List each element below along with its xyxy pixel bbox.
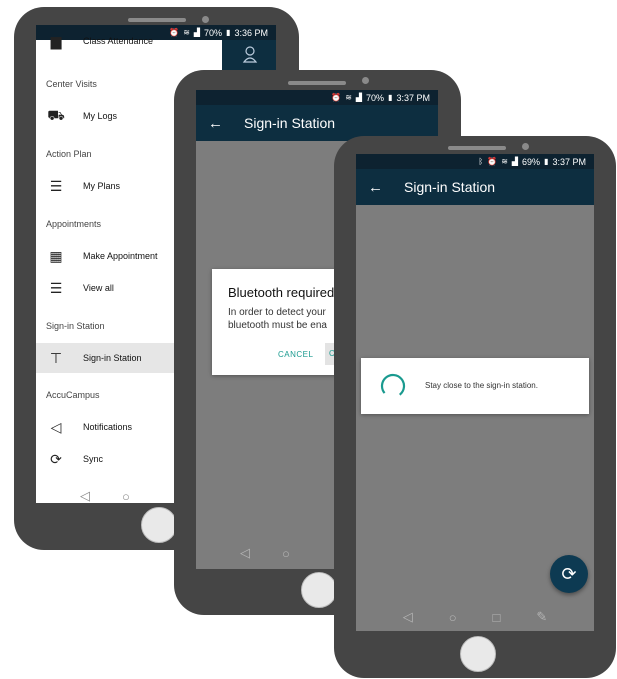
status-bar: ⏰ ≋ ▟ 70% ▮ 3:37 PM	[196, 90, 438, 105]
alarm-icon: ⏰	[487, 157, 498, 166]
android-nav-bar: ◁ ○ □ ✎	[356, 602, 594, 631]
refresh-icon: ⟳	[561, 563, 577, 584]
alarm-icon: ⏰	[331, 93, 342, 102]
edit-nav-icon[interactable]: ✎	[536, 609, 547, 625]
battery-level: 69%	[522, 156, 541, 167]
speaker-grille	[128, 18, 186, 22]
logs-icon: ⛟	[47, 106, 65, 123]
app-bar: ← Sign-in Station	[356, 169, 594, 205]
list-icon: ☰	[49, 279, 63, 296]
refresh-fab[interactable]: ⟳	[550, 555, 588, 593]
home-nav-icon[interactable]: ○	[282, 546, 290, 561]
phone-right: ᛒ ⏰ ≋ ▟ 69% ▮ 3:37 PM ← Sign-in Station …	[334, 136, 616, 678]
home-button[interactable]	[301, 572, 337, 608]
home-button[interactable]	[141, 507, 177, 543]
section-sign-in-station: Sign-in Station	[46, 321, 105, 331]
signal-icon: ▟	[511, 157, 519, 166]
progress-message: Stay close to the sign-in station.	[425, 381, 538, 390]
home-button[interactable]	[460, 636, 496, 672]
page-title: Sign-in Station	[244, 115, 336, 131]
progress-dialog: Stay close to the sign-in station.	[361, 358, 589, 414]
status-time: 3:36 PM	[234, 27, 268, 38]
dialog-title: Bluetooth required	[228, 285, 335, 300]
dialog-message-line2: bluetooth must be ena	[228, 320, 327, 331]
loading-spinner-icon	[380, 373, 406, 399]
back-arrow-icon[interactable]: ←	[208, 115, 224, 132]
battery-icon: ▮	[388, 93, 393, 102]
section-action-plan: Action Plan	[46, 149, 92, 159]
battery-icon: ▮	[544, 157, 549, 166]
wifi-icon: ≋	[501, 157, 508, 166]
megaphone-icon: ◁	[50, 418, 62, 435]
phone-right-screen: ᛒ ⏰ ≋ ▟ 69% ▮ 3:37 PM ← Sign-in Station …	[356, 154, 594, 631]
wifi-icon: ≋	[345, 93, 352, 102]
home-nav-icon[interactable]: ○	[122, 489, 130, 504]
front-camera	[362, 77, 369, 84]
user-profile-icon[interactable]	[242, 45, 258, 63]
home-nav-icon[interactable]: ○	[449, 610, 457, 625]
attendance-icon: ▆	[50, 32, 62, 49]
status-time: 3:37 PM	[552, 156, 586, 167]
status-time: 3:37 PM	[396, 92, 430, 103]
recents-nav-icon[interactable]: □	[493, 610, 501, 625]
battery-icon: ▮	[226, 28, 231, 37]
page-title: Sign-in Station	[404, 179, 496, 195]
speaker-grille	[288, 81, 346, 85]
section-appointments: Appointments	[46, 219, 102, 229]
sync-icon: ⟳	[50, 450, 62, 467]
signal-icon: ▟	[355, 93, 363, 102]
back-nav-icon[interactable]: ◁	[80, 488, 90, 503]
cancel-button[interactable]: CANCEL	[278, 350, 313, 359]
section-center-visits: Center Visits	[46, 79, 97, 89]
back-nav-icon[interactable]: ◁	[403, 609, 413, 625]
list-icon: ☰	[49, 177, 63, 194]
bluetooth-icon: ᛒ	[478, 157, 484, 166]
front-camera	[202, 16, 209, 23]
speaker-grille	[448, 146, 506, 150]
section-accucampus: AccuCampus	[46, 390, 100, 400]
battery-level: 70%	[366, 92, 385, 103]
back-nav-icon[interactable]: ◁	[240, 545, 250, 561]
calendar-icon: ▦	[49, 247, 63, 264]
drawer-item-class-attendance[interactable]: ▆ Class Attendance	[36, 26, 222, 56]
status-bar: ᛒ ⏰ ≋ ▟ 69% ▮ 3:37 PM	[356, 154, 594, 169]
dialog-message-line1: In order to detect your	[228, 307, 326, 318]
signpost-icon: ⊤	[49, 349, 63, 366]
back-arrow-icon[interactable]: ←	[368, 179, 384, 196]
front-camera	[522, 143, 529, 150]
